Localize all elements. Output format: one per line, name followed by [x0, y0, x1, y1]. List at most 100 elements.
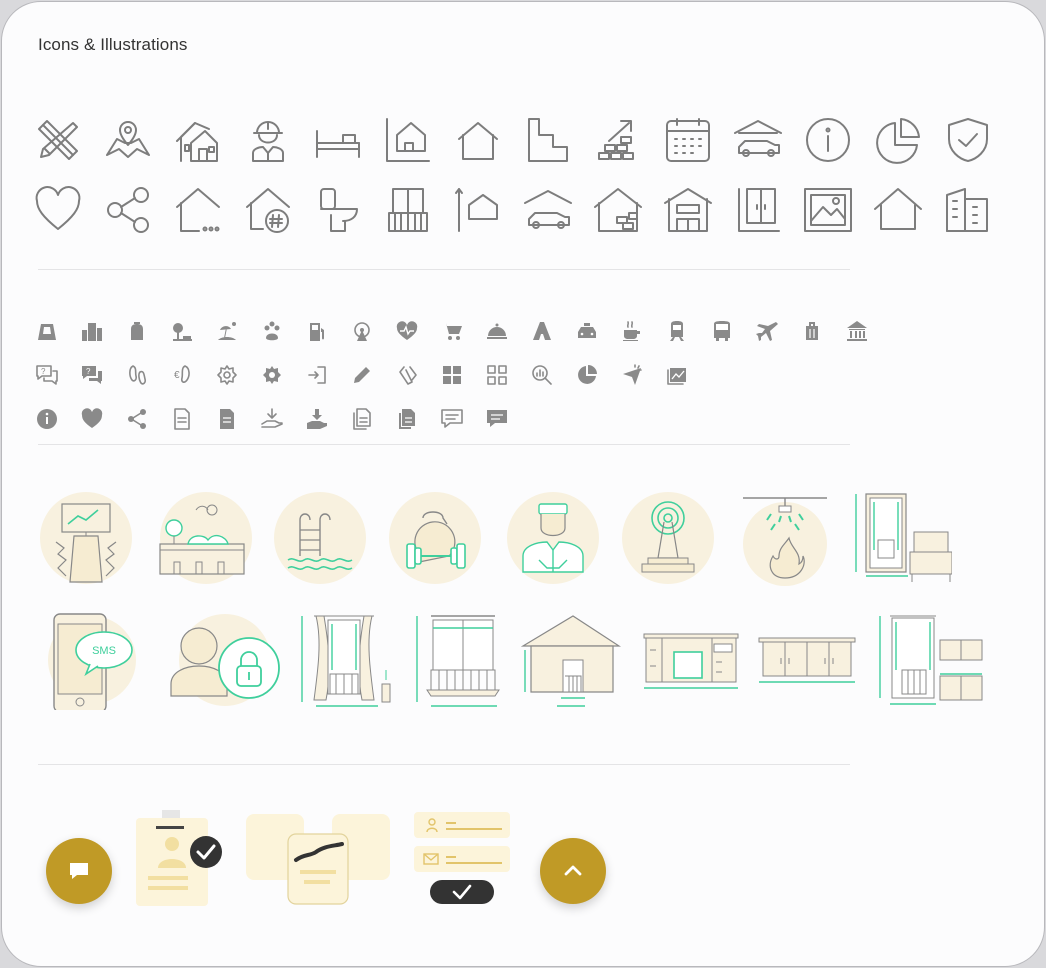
garden-illustration	[154, 490, 254, 590]
house-height-icon[interactable]	[453, 185, 503, 235]
settings-outline-icon[interactable]	[216, 364, 238, 386]
pets-icon[interactable]	[261, 320, 283, 342]
attachments-icon[interactable]	[396, 364, 418, 386]
cursor-click-icon[interactable]	[621, 364, 643, 386]
gallery-icon[interactable]	[666, 364, 688, 386]
svg-text:?: ?	[41, 367, 46, 376]
bank-icon[interactable]	[846, 320, 868, 342]
share-icon[interactable]	[103, 185, 153, 235]
cabinets-illustration	[757, 610, 857, 710]
kitchen-illustration	[642, 610, 742, 710]
comment-solid-icon[interactable]	[486, 408, 508, 430]
document-solid-icon[interactable]	[216, 408, 238, 430]
comment-outline-icon[interactable]	[441, 408, 463, 430]
house-dimension-illustration	[520, 610, 622, 710]
svg-text:€: €	[174, 370, 180, 381]
bus-icon[interactable]	[711, 320, 733, 342]
worker-icon[interactable]	[243, 115, 293, 165]
chat-icon	[70, 863, 88, 879]
login-icon[interactable]	[306, 364, 328, 386]
wardrobe-icon[interactable]	[733, 185, 783, 235]
chat-button[interactable]	[46, 838, 112, 904]
carport-icon[interactable]	[523, 185, 573, 235]
building-icon[interactable]	[943, 185, 993, 235]
heart-icon[interactable]	[33, 185, 83, 235]
house-more-icon[interactable]	[173, 185, 223, 235]
share-solid-icon[interactable]	[126, 408, 148, 430]
houses-icon[interactable]	[173, 115, 223, 165]
separator-3	[38, 764, 850, 765]
road-icon[interactable]	[531, 320, 553, 342]
beach-icon[interactable]	[216, 320, 238, 342]
toilet-icon[interactable]	[313, 185, 363, 235]
small-icons-row-3	[36, 408, 531, 430]
house-outline-icon[interactable]	[453, 115, 503, 165]
backpack-icon[interactable]	[126, 320, 148, 342]
heart-solid-icon[interactable]	[81, 408, 103, 430]
scroll-top-button[interactable]	[540, 838, 606, 904]
home-icon[interactable]	[873, 185, 923, 235]
ferris-wheel-icon[interactable]	[351, 320, 373, 342]
coffee-icon[interactable]	[621, 320, 643, 342]
search-chart-icon[interactable]	[531, 364, 553, 386]
grid-solid-icon[interactable]	[441, 364, 463, 386]
house-number-icon[interactable]	[243, 185, 293, 235]
documents-outline-icon[interactable]	[351, 408, 373, 430]
help-chat-outline-icon[interactable]: ?	[36, 364, 58, 386]
bed-icon[interactable]	[313, 115, 363, 165]
footprint-outline-icon[interactable]	[126, 364, 148, 386]
svg-text:?: ?	[86, 367, 91, 376]
user-lock-illustration	[165, 610, 285, 710]
grid-outline-icon[interactable]	[486, 364, 508, 386]
download-hand-outline-icon[interactable]	[261, 408, 283, 430]
tools-icon[interactable]	[33, 115, 83, 165]
separator-1	[38, 269, 850, 270]
footprint-euro-icon[interactable]: €	[171, 364, 193, 386]
download-hand-solid-icon[interactable]	[306, 408, 328, 430]
luggage-icon[interactable]	[801, 320, 823, 342]
balcony-icon[interactable]	[383, 185, 433, 235]
pencil-icon[interactable]	[351, 364, 373, 386]
house-area-icon[interactable]	[383, 115, 433, 165]
health-icon[interactable]	[396, 320, 418, 342]
info-icon[interactable]	[803, 115, 853, 165]
window-view-icon[interactable]	[803, 185, 853, 235]
restaurant-icon[interactable]	[486, 320, 508, 342]
document-outline-icon[interactable]	[171, 408, 193, 430]
gas-station-icon[interactable]	[306, 320, 328, 342]
airplane-icon[interactable]	[756, 320, 778, 342]
settings-solid-icon[interactable]	[261, 364, 283, 386]
garage-storage-icon[interactable]	[593, 185, 643, 235]
window-dimension-illustration	[298, 610, 398, 710]
stadium-icon[interactable]	[36, 320, 58, 342]
form-check-illustration	[412, 810, 514, 910]
meeting-room-illustration	[36, 490, 136, 590]
park-icon[interactable]	[171, 320, 193, 342]
garage-car-icon[interactable]	[733, 115, 783, 165]
sms-label: SMS	[92, 645, 116, 657]
city-icon[interactable]	[81, 320, 103, 342]
train-icon[interactable]	[666, 320, 688, 342]
pie-chart-icon[interactable]	[873, 115, 923, 165]
info-solid-icon[interactable]	[36, 408, 58, 430]
pie-solid-icon[interactable]	[576, 364, 598, 386]
taxi-icon[interactable]	[576, 320, 598, 342]
help-chat-solid-icon[interactable]: ?	[81, 364, 103, 386]
cart-icon[interactable]	[441, 320, 463, 342]
sprinkler-illustration	[735, 490, 835, 590]
calendar-icon[interactable]	[663, 115, 713, 165]
pool-illustration	[270, 490, 370, 590]
small-icons-row-2: ? ? €	[36, 364, 711, 386]
separator-2	[38, 444, 850, 445]
map-location-icon[interactable]	[103, 115, 153, 165]
documents-solid-icon[interactable]	[396, 408, 418, 430]
small-icons-row-1	[36, 320, 891, 342]
floor-plan-icon[interactable]	[523, 115, 573, 165]
balcony-dimension-illustration	[411, 610, 511, 710]
shield-check-icon[interactable]	[943, 115, 993, 165]
chevron-up-icon	[564, 865, 582, 876]
room-cabinets-illustration	[874, 610, 986, 710]
house-front-icon[interactable]	[663, 185, 713, 235]
bricks-icon[interactable]	[593, 115, 643, 165]
large-icons-row-1	[33, 115, 1013, 165]
